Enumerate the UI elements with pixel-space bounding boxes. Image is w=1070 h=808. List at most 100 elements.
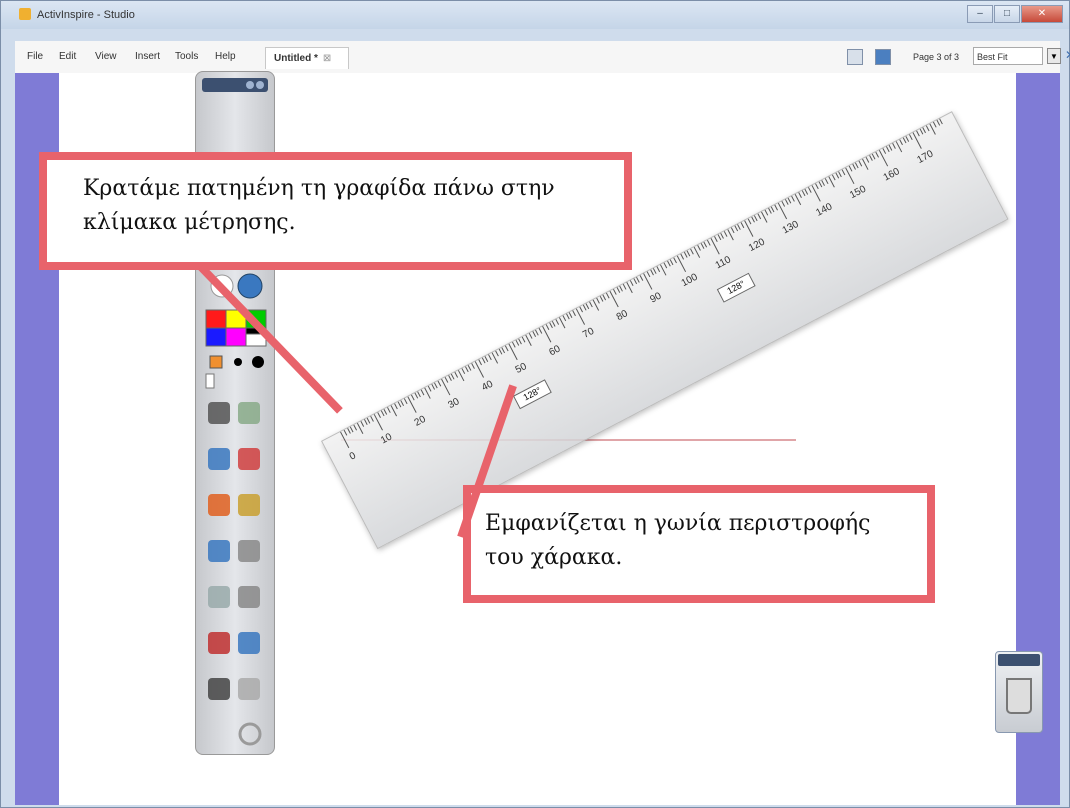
ruler-tick — [545, 324, 550, 331]
eraser-icon[interactable] — [238, 448, 260, 470]
ruler-tick — [690, 248, 694, 255]
window-controls: – □ ✕ — [966, 5, 1063, 25]
ruler-tick — [922, 127, 927, 133]
page-view-icon[interactable] — [875, 49, 891, 65]
trash-header — [998, 654, 1040, 666]
ruler-tick — [548, 322, 553, 329]
shape-icon[interactable] — [238, 494, 260, 516]
title-bar: ActivInspire - Studio – □ ✕ — [1, 1, 1069, 29]
ruler-tick — [734, 225, 738, 232]
menu-help[interactable]: Help — [215, 51, 236, 62]
ruler-tick — [771, 206, 775, 213]
ruler-tick — [848, 165, 853, 172]
close-button[interactable]: ✕ — [1021, 5, 1063, 23]
spotlight-icon[interactable] — [238, 632, 260, 654]
ruler-tick — [616, 287, 620, 294]
ruler-tick — [353, 424, 358, 431]
ruler-tick — [791, 195, 795, 202]
ruler-tick — [430, 384, 435, 390]
ruler-tick — [683, 252, 688, 258]
ruler-tick — [350, 426, 354, 433]
ruler-tick — [697, 245, 701, 251]
menu-insert[interactable]: Insert — [135, 51, 160, 62]
callout-hold-pen: Κρατάμε πατημένη τη γραφίδα πάνω στην κλ… — [39, 152, 632, 270]
menu-view[interactable]: View — [95, 51, 117, 62]
ruler-label: 50 — [513, 361, 529, 376]
ruler-tick — [787, 197, 792, 204]
color-picker-icon[interactable] — [237, 273, 263, 299]
ruler-tick — [612, 289, 617, 295]
redo-icon-gfx[interactable] — [238, 722, 262, 746]
ruler-tick — [393, 403, 398, 410]
ruler-tick — [831, 174, 836, 181]
dice-icon[interactable] — [208, 632, 230, 654]
select-icon[interactable] — [208, 402, 230, 424]
ruler-tick — [444, 377, 449, 383]
ruler-tick — [720, 232, 725, 239]
document-tab[interactable]: Untitled * ⊠ — [265, 47, 349, 69]
ruler-tick — [498, 348, 503, 355]
ruler-tick — [552, 320, 556, 327]
calculator-icon[interactable] — [238, 586, 260, 608]
trash-can[interactable] — [995, 651, 1043, 733]
ruler-tick — [367, 417, 371, 424]
zoom-select[interactable]: Best Fit — [973, 47, 1043, 65]
ruler-tick — [562, 315, 566, 322]
minimize-button[interactable]: – — [967, 5, 993, 23]
ruler-tick — [666, 260, 671, 267]
ruler-label: 90 — [648, 290, 664, 306]
ruler-tick — [572, 310, 577, 317]
menu-file[interactable]: File — [27, 51, 43, 62]
ruler-tick — [505, 345, 509, 352]
ruler-tick — [636, 276, 641, 283]
ruler-tick — [713, 236, 718, 243]
ruler-tick — [370, 415, 375, 422]
ruler-tick — [360, 421, 364, 427]
ruler-tick — [599, 296, 604, 302]
connector-icon[interactable] — [208, 540, 230, 562]
ruler-tick — [488, 354, 492, 361]
rotation-angle-badge: 128° — [512, 379, 552, 410]
ruler-tick — [420, 389, 425, 396]
ruler-tick — [932, 121, 937, 128]
pen-size-large[interactable] — [252, 356, 264, 368]
palette-color-swatch[interactable] — [225, 327, 247, 347]
menu-edit[interactable]: Edit — [59, 51, 76, 62]
ruler-tick — [707, 239, 711, 246]
ruler-tool-icon[interactable] — [238, 540, 260, 562]
zoom-dropdown-icon[interactable]: ▼ — [1047, 48, 1061, 64]
ruler-tick — [532, 331, 536, 338]
fill-icon[interactable] — [208, 494, 230, 516]
ruler-tick — [629, 280, 634, 287]
redo-icon[interactable] — [238, 678, 260, 700]
palette-color-swatch[interactable] — [205, 309, 227, 329]
menu-tools[interactable]: Tools — [175, 51, 198, 62]
palette-color-swatch[interactable] — [205, 327, 227, 347]
ruler-label: 120 — [746, 236, 767, 255]
ruler-tick — [427, 385, 432, 392]
highlighter-icon[interactable] — [208, 448, 230, 470]
callout-line-1: Κρατάμε πατημένη τη γραφίδα πάνω στην — [83, 176, 555, 201]
callout2-line-1: Εμφανίζεται η γωνία περιστροφής — [485, 511, 871, 536]
undo-icon[interactable] — [208, 678, 230, 700]
protractor-icon[interactable] — [208, 586, 230, 608]
opacity-slider[interactable] — [205, 373, 215, 389]
pen-size-medium[interactable] — [234, 358, 242, 366]
ruler-tick — [902, 137, 907, 144]
ruler-tick — [740, 222, 745, 228]
pen-icon[interactable] — [238, 402, 260, 424]
callout-rotation-angle: Εμφανίζεται η γωνία περιστροφής του χάρα… — [463, 485, 935, 603]
ruler-tick — [892, 142, 897, 149]
ruler-tick — [936, 120, 940, 126]
ruler-label: 160 — [881, 166, 902, 184]
ruler-tick — [649, 269, 654, 276]
fullscreen-icon[interactable]: ✕ — [1065, 48, 1070, 62]
callout2-line-2: του χάρακα. — [485, 545, 623, 570]
maximize-button[interactable]: □ — [994, 5, 1020, 23]
ruler-tick — [774, 204, 779, 211]
ruler-label: 40 — [480, 378, 495, 394]
pen-size-small[interactable] — [209, 355, 223, 369]
ruler-tick — [569, 311, 573, 318]
page-browser-icon[interactable] — [847, 49, 863, 65]
tab-close-icon[interactable]: ⊠ — [323, 53, 331, 64]
